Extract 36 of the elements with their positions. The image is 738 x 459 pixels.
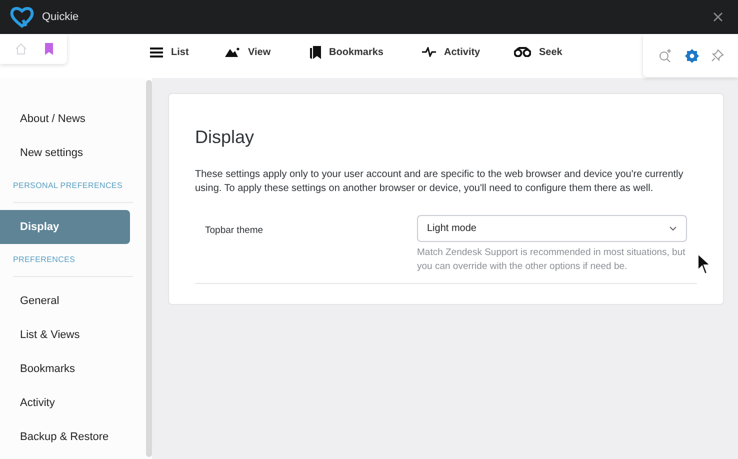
- sidebar-item[interactable]: General: [0, 284, 130, 318]
- nav-tab[interactable]: Seek: [539, 44, 562, 60]
- sidebar-item[interactable]: Bookmarks: [0, 352, 130, 386]
- pin-icon[interactable]: [710, 49, 724, 62]
- close-icon[interactable]: [713, 12, 723, 22]
- nav-tab[interactable]: View: [248, 44, 271, 60]
- sidebar-item[interactable]: New settings: [0, 136, 130, 170]
- bookmarks-icon: [310, 46, 321, 58]
- chevron-down-icon: [669, 226, 677, 231]
- section-header: PERSONAL PREFERENCES: [13, 180, 133, 203]
- settings-icon[interactable]: [684, 48, 698, 62]
- bookmark-icon[interactable]: [44, 43, 52, 55]
- theme-dropdown[interactable]: Light mode: [417, 215, 687, 242]
- cursor-icon: [697, 253, 711, 275]
- section-header: PREFERENCES: [13, 254, 133, 277]
- pulse-icon: [422, 47, 436, 57]
- binoculars-icon: [514, 47, 531, 57]
- panel-title: Display: [195, 126, 256, 149]
- sidebar-item[interactable]: Display: [0, 210, 130, 244]
- home-icon[interactable]: [14, 43, 26, 55]
- scrollbar[interactable]: [146, 80, 152, 457]
- menu-icon: [150, 46, 163, 58]
- search-icon[interactable]: [658, 48, 672, 63]
- mountain-icon: [225, 47, 240, 57]
- nav-tab[interactable]: List: [171, 44, 189, 60]
- nav-tab[interactable]: Bookmarks: [329, 44, 384, 60]
- nav-tab[interactable]: Activity: [444, 44, 480, 60]
- sidebar-item[interactable]: About / News: [0, 102, 130, 136]
- logo-icon: [10, 6, 34, 28]
- hint-text: Match Zendesk Support is recommended in most situations, but you can override with the other options if need be.: [417, 246, 686, 274]
- sidebar-item[interactable]: Backup & Restore: [0, 420, 130, 454]
- setting-label: Topbar theme: [205, 225, 264, 236]
- sidebar-item[interactable]: Activity: [0, 386, 130, 420]
- description-text: These settings apply only to your user account and are specific to the web browser and device you're currently using. To apply these settings on another browser or device, you'll need to configure them there as well.: [195, 168, 684, 196]
- window-title: Quickie: [42, 10, 79, 25]
- sidebar-item[interactable]: List & Views: [0, 318, 130, 352]
